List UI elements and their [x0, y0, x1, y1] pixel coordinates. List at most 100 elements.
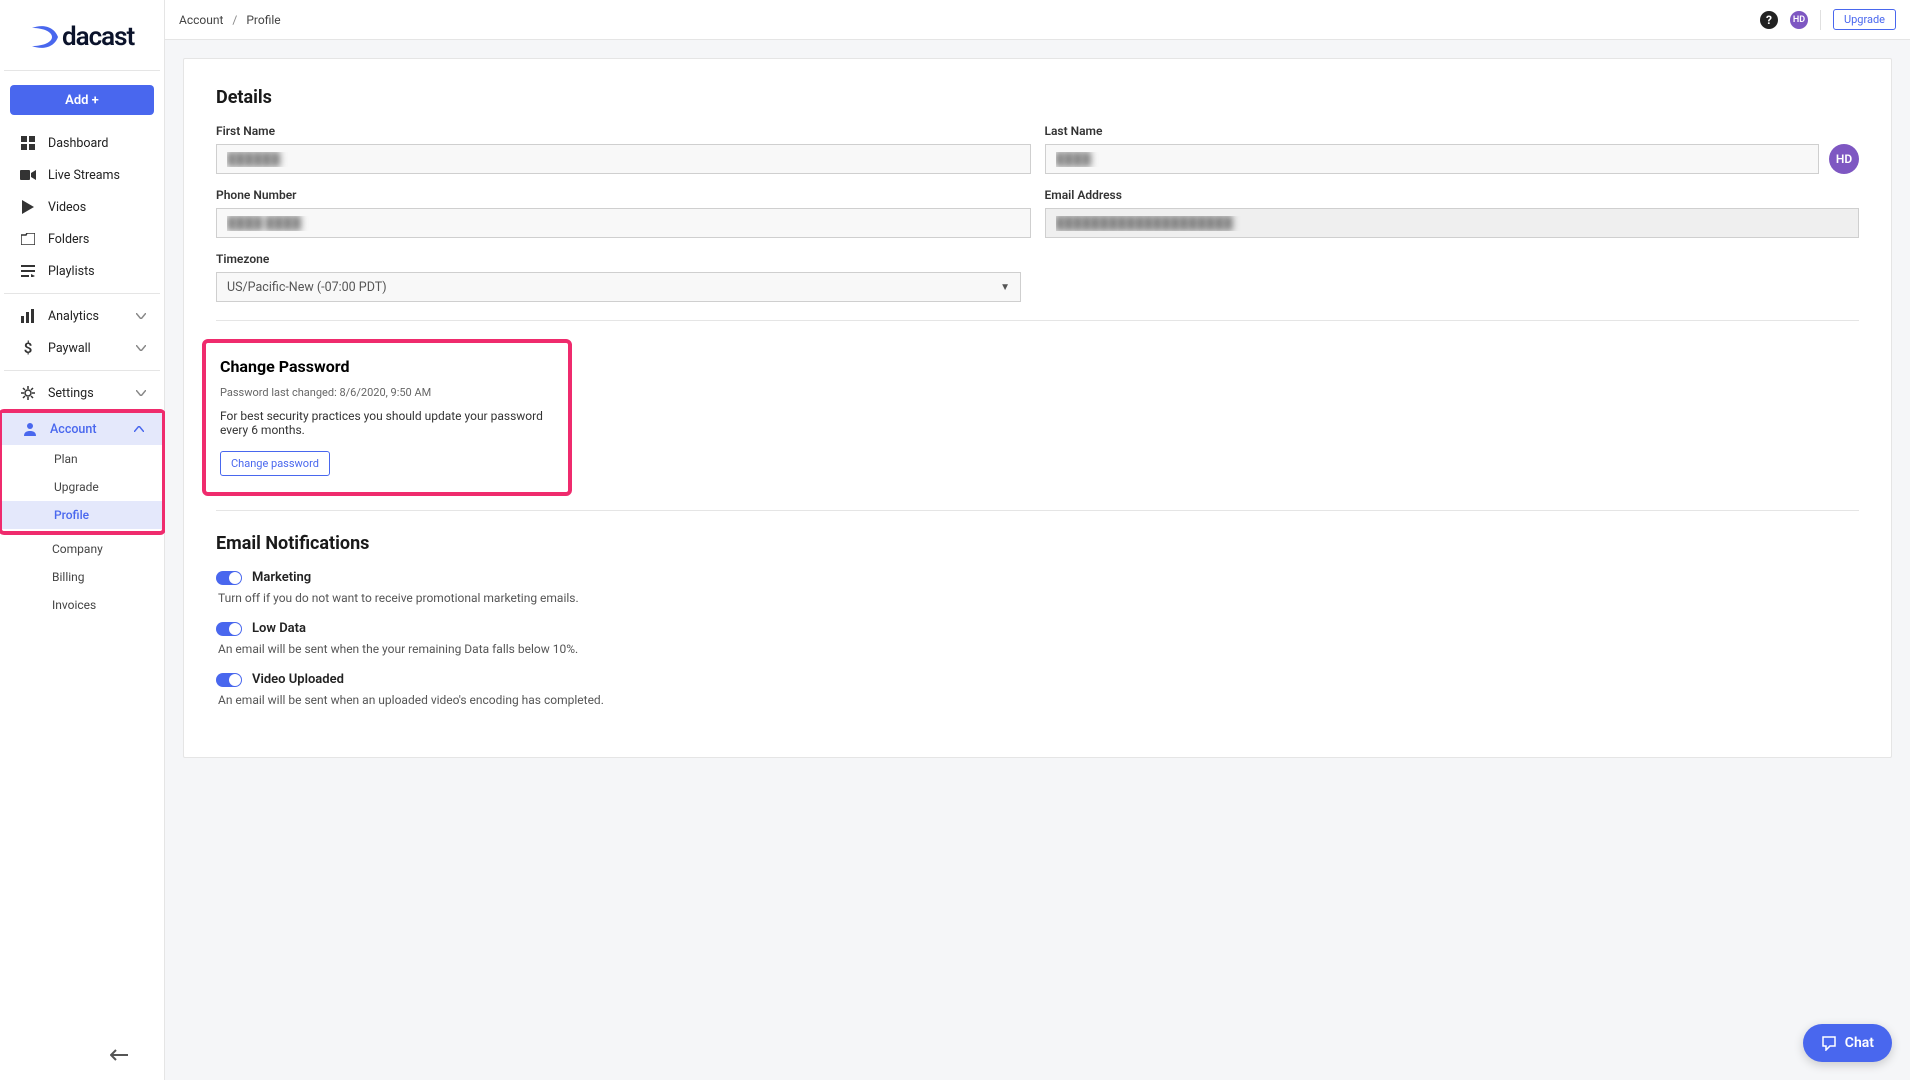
sidebar-item-videos[interactable]: Videos	[0, 191, 164, 223]
notif-title: Low Data	[252, 621, 306, 636]
password-hint: For best security practices you should u…	[220, 409, 554, 437]
dollar-icon: $	[20, 340, 36, 356]
sidebar-item-playlists[interactable]: Playlists	[0, 255, 164, 287]
notif-desc: An email will be sent when the your rema…	[218, 642, 1859, 656]
change-password-button[interactable]: Change password	[220, 451, 330, 476]
logo-text: dacast	[62, 22, 134, 52]
divider	[216, 510, 1859, 511]
avatar-small[interactable]: HD	[1790, 11, 1808, 29]
logo-icon	[30, 24, 60, 50]
divider	[4, 293, 160, 294]
divider	[216, 320, 1859, 321]
last-name-input[interactable]	[1045, 144, 1820, 174]
subnav-profile[interactable]: Profile	[2, 501, 162, 529]
notif-video-uploaded: Video Uploaded An email will be sent whe…	[216, 672, 1859, 707]
timezone-select[interactable]: US/Pacific-New (-07:00 PDT) ▼	[216, 272, 1021, 302]
password-meta: Password last changed: 8/6/2020, 9:50 AM	[220, 386, 554, 399]
notif-low-data: Low Data An email will be sent when the …	[216, 621, 1859, 656]
chevron-down-icon	[136, 390, 146, 396]
gear-icon	[20, 385, 36, 401]
play-icon	[20, 199, 36, 215]
chevron-down-icon	[136, 345, 146, 351]
change-password-section: Change Password Password last changed: 8…	[202, 339, 572, 496]
subnav-invoices[interactable]: Invoices	[52, 591, 164, 619]
sidebar-item-settings[interactable]: Settings	[0, 377, 164, 409]
sidebar-item-paywall[interactable]: $ Paywall	[0, 332, 164, 364]
toggle-marketing[interactable]	[216, 571, 242, 585]
nav-label: Paywall	[48, 341, 91, 356]
chat-label: Chat	[1845, 1035, 1874, 1051]
crumb-account[interactable]: Account	[179, 13, 223, 27]
notif-marketing: Marketing Turn off if you do not want to…	[216, 570, 1859, 605]
subnav-plan[interactable]: Plan	[54, 445, 162, 473]
notif-title: Video Uploaded	[252, 672, 344, 687]
topbar: Account / Profile ? HD Upgrade	[165, 0, 1910, 40]
nav-label: Analytics	[48, 309, 99, 324]
phone-input[interactable]	[216, 208, 1031, 238]
nav-label: Live Streams	[48, 168, 120, 183]
divider	[4, 70, 160, 71]
person-icon	[22, 421, 38, 437]
sidebar-item-folders[interactable]: Folders	[0, 223, 164, 255]
camera-icon	[20, 167, 36, 183]
last-name-label: Last Name	[1045, 124, 1820, 138]
main: Account / Profile ? HD Upgrade Details F…	[165, 0, 1910, 1080]
crumb-profile: Profile	[246, 13, 280, 27]
divider	[4, 370, 160, 371]
playlist-icon	[20, 263, 36, 279]
account-subnav-rest: Company Billing Invoices	[0, 535, 164, 619]
email-input	[1045, 208, 1860, 238]
notif-desc: An email will be sent when an uploaded v…	[218, 693, 1859, 707]
first-name-label: First Name	[216, 124, 1031, 138]
nav-label: Folders	[48, 232, 89, 247]
divider	[1820, 10, 1821, 30]
sidebar-item-live-streams[interactable]: Live Streams	[0, 159, 164, 191]
chevron-up-icon	[134, 426, 144, 432]
folder-icon	[20, 231, 36, 247]
subnav-billing[interactable]: Billing	[52, 563, 164, 591]
notif-title: Marketing	[252, 570, 311, 585]
account-highlight: Account Plan Upgrade Profile	[0, 409, 166, 535]
profile-card: Details First Name Last Name HD	[183, 58, 1892, 758]
chat-button[interactable]: Chat	[1803, 1024, 1892, 1062]
notifications-title: Email Notifications	[216, 533, 1859, 554]
details-title: Details	[216, 87, 1859, 108]
logo[interactable]: dacast	[0, 0, 164, 70]
breadcrumb: Account / Profile	[179, 13, 281, 27]
nav-label: Settings	[48, 386, 94, 401]
sidebar-item-account[interactable]: Account	[2, 413, 162, 445]
add-button[interactable]: Add +	[10, 85, 154, 115]
nav: Dashboard Live Streams Videos Folders Pl…	[0, 127, 164, 1048]
avatar-large[interactable]: HD	[1829, 144, 1859, 174]
account-subnav: Plan Upgrade Profile	[2, 445, 162, 529]
caret-down-icon: ▼	[1000, 282, 1010, 293]
upgrade-button[interactable]: Upgrade	[1833, 9, 1896, 30]
chevron-down-icon	[136, 313, 146, 319]
breadcrumb-separator: /	[232, 13, 237, 27]
nav-label: Dashboard	[48, 136, 108, 151]
email-label: Email Address	[1045, 188, 1860, 202]
dashboard-icon	[20, 135, 36, 151]
chat-icon	[1821, 1035, 1837, 1051]
toggle-low-data[interactable]	[216, 622, 242, 636]
nav-label: Playlists	[48, 264, 95, 279]
timezone-value: US/Pacific-New (-07:00 PDT)	[227, 280, 387, 295]
arrow-left-icon	[110, 1048, 128, 1062]
analytics-icon	[20, 308, 36, 324]
subnav-company[interactable]: Company	[52, 535, 164, 563]
collapse-sidebar-button[interactable]	[0, 1048, 146, 1062]
nav-label: Videos	[48, 200, 86, 215]
password-title: Change Password	[220, 357, 554, 376]
first-name-input[interactable]	[216, 144, 1031, 174]
help-icon[interactable]: ?	[1760, 11, 1778, 29]
sidebar-item-analytics[interactable]: Analytics	[0, 300, 164, 332]
nav-label: Account	[50, 422, 97, 437]
toggle-video-uploaded[interactable]	[216, 673, 242, 687]
subnav-upgrade[interactable]: Upgrade	[54, 473, 162, 501]
timezone-label: Timezone	[216, 252, 1021, 266]
phone-label: Phone Number	[216, 188, 1031, 202]
svg-text:$: $	[24, 340, 33, 356]
notif-desc: Turn off if you do not want to receive p…	[218, 591, 1859, 605]
sidebar-item-dashboard[interactable]: Dashboard	[0, 127, 164, 159]
sidebar: dacast Add + Dashboard Live Streams Vide…	[0, 0, 165, 1080]
